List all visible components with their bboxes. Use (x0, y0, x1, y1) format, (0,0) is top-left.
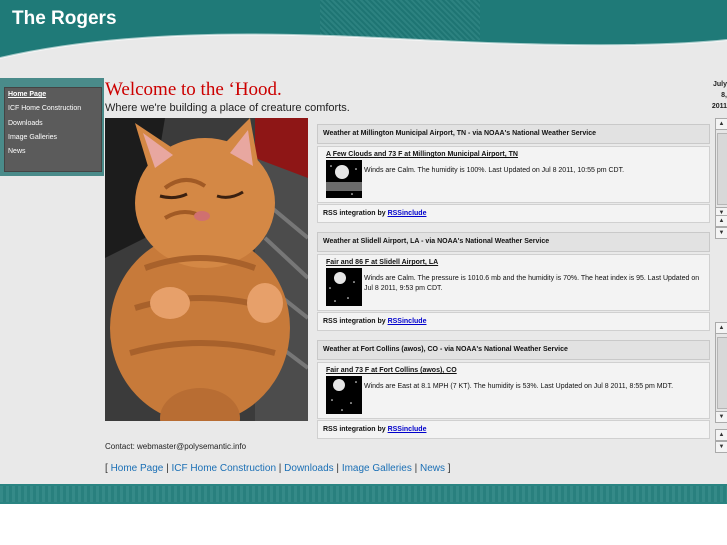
page-subtitle: Where we're building a place of creature… (105, 102, 350, 114)
date-year: 2011 (711, 103, 727, 110)
weather-feed-millington: Weather at Millington Municipal Airport,… (317, 118, 727, 226)
sidebar-item-news[interactable]: News (5, 145, 101, 159)
sidebar-item-downloads[interactable]: Downloads (5, 117, 101, 131)
weather-feed-footer: RSS integration by RSSinclude (317, 204, 710, 223)
weather-feed-scrollbar[interactable]: ▲ ▼ (715, 118, 727, 219)
scroll-down-button[interactable]: ▼ (716, 227, 727, 238)
weather-footer-label: RSS integration by (323, 318, 388, 325)
weather-feeds: Weather at Millington Municipal Airport,… (317, 118, 727, 453)
weather-feed-header: Weather at Millington Municipal Airport,… (317, 124, 710, 144)
sidebar-panel: Home Page ICF Home Construction Download… (0, 78, 104, 176)
weather-feed-footer: RSS integration by RSSinclude (317, 420, 710, 439)
footer-link-downloads[interactable]: Downloads (284, 463, 333, 474)
sidebar-item-home-page[interactable]: Home Page (5, 88, 101, 102)
footer-separator: | (163, 463, 172, 474)
weather-item: Fair and 73 F at Fort Collins (awos), CO… (317, 362, 710, 419)
sidebar-nav: Home Page ICF Home Construction Download… (4, 87, 102, 172)
weather-feed-fort-collins: Weather at Fort Collins (awos), CO - via… (317, 322, 727, 453)
scroll-up-button[interactable]: ▲ (716, 323, 727, 334)
scroll-down-button[interactable]: ▼ (716, 441, 727, 452)
scroll-up-button[interactable]: ▲ (716, 216, 727, 227)
weather-feed-slidell: Weather at Slidell Airport, LA - via NOA… (317, 215, 727, 346)
scroll-up-button[interactable]: ▲ (716, 119, 727, 130)
footer-bracket-close: ] (445, 463, 451, 474)
cat-photo (105, 118, 308, 421)
scroll-thumb[interactable] (717, 337, 727, 409)
weather-item-link[interactable]: Fair and 73 F at Fort Collins (awos), CO (326, 367, 457, 374)
scroll-down-button[interactable]: ▼ (716, 411, 727, 422)
scroll-up-button[interactable]: ▲ (716, 430, 727, 441)
weather-feed-scrollbar[interactable]: ▲ ▼ (715, 215, 727, 239)
sidebar-item-image-galleries[interactable]: Image Galleries (5, 131, 101, 145)
footer-link-icf-home-construction[interactable]: ICF Home Construction (172, 463, 276, 474)
footer-link-news[interactable]: News (420, 463, 445, 474)
footer-nav: [ Home Page | ICF Home Construction | Do… (105, 463, 451, 474)
weather-item: Fair and 86 F at Slidell Airport, LA Win… (317, 254, 710, 311)
weather-item-text: Winds are East at 8.1 MPH (7 KT). The hu… (364, 383, 674, 390)
site-title[interactable]: The Rogers (12, 8, 117, 30)
footer-bar-texture (0, 486, 727, 502)
footer-separator: | (411, 463, 420, 474)
weather-footer-label: RSS integration by (323, 210, 388, 217)
weather-item-text: Winds are Calm. The pressure is 1010.6 m… (364, 275, 700, 292)
weather-footer-label: RSS integration by (323, 426, 388, 433)
weather-item-link[interactable]: A Few Clouds and 73 F at Millington Muni… (326, 151, 518, 158)
date-day: 8, (721, 92, 727, 99)
weather-feed-scrollbar[interactable]: ▲ ▼ (715, 322, 727, 423)
footer-separator: | (333, 463, 342, 474)
footer-separator: | (276, 463, 285, 474)
weather-item: A Few Clouds and 73 F at Millington Muni… (317, 146, 710, 203)
page-title: Welcome to the ‘Hood. (105, 79, 282, 100)
night-clear-icon (326, 268, 362, 306)
weather-item-link[interactable]: Fair and 86 F at Slidell Airport, LA (326, 259, 438, 266)
rssinclude-link[interactable]: RSSinclude (388, 426, 427, 433)
weather-feed-scrollbar[interactable]: ▲ ▼ (715, 429, 727, 453)
site-header: The Rogers (0, 0, 727, 74)
footer-link-image-galleries[interactable]: Image Galleries (342, 463, 412, 474)
weather-item-text: Winds are Calm. The humidity is 100%. La… (364, 167, 625, 174)
scroll-thumb[interactable] (717, 133, 727, 205)
sidebar-item-icf-home-construction[interactable]: ICF Home Construction (5, 102, 101, 116)
night-clear-icon (326, 376, 362, 414)
weather-feed-footer: RSS integration by RSSinclude (317, 312, 710, 331)
date-display: July 8, 2011 (700, 79, 727, 112)
weather-feed-header: Weather at Slidell Airport, LA - via NOA… (317, 232, 710, 252)
rssinclude-link[interactable]: RSSinclude (388, 210, 427, 217)
contact-line: Contact: webmaster@polysemantic.info (105, 442, 247, 451)
date-month: July (712, 81, 727, 88)
footer-link-home-page[interactable]: Home Page (111, 463, 164, 474)
night-clouds-icon (326, 160, 362, 198)
rssinclude-link[interactable]: RSSinclude (388, 318, 427, 325)
weather-feed-header: Weather at Fort Collins (awos), CO - via… (317, 340, 710, 360)
